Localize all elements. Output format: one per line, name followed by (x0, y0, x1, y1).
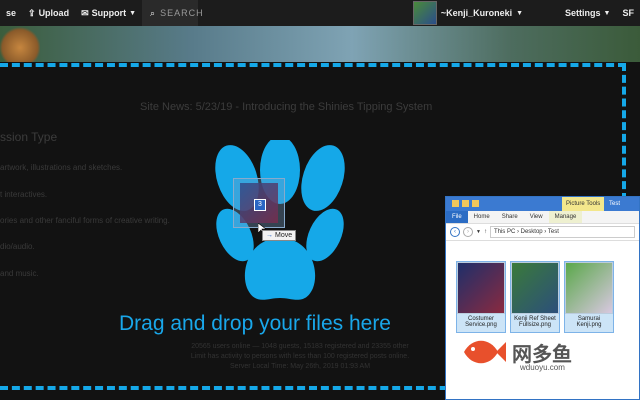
tab-home[interactable]: Home (468, 211, 496, 223)
drop-instruction: Drag and drop your files here (119, 312, 391, 335)
search-icon: ⌕ (150, 7, 157, 18)
up-arrow-icon[interactable]: ↑ (484, 229, 487, 235)
back-icon[interactable]: ‹ (450, 227, 460, 237)
picture-tools-tab[interactable]: Picture Tools (562, 197, 605, 211)
nav-upload[interactable]: ⇪ Upload (22, 0, 75, 26)
nav-overflow[interactable]: SF (616, 0, 640, 26)
move-tooltip: → Move (262, 230, 297, 241)
file-thumbnail (565, 262, 613, 314)
file-list: Costumer Service.png Kenji Ref Sheet Ful… (446, 255, 639, 399)
drag-count-badge: 3 (254, 199, 266, 211)
online-stats: 20565 users online — 1048 guests, 15183 … (190, 343, 410, 370)
avatar (412, 1, 437, 25)
drag-preview: 3 (233, 178, 285, 228)
file-item[interactable]: Samurai Kenji.png (564, 261, 614, 333)
chevron-down-icon: ▼ (603, 9, 611, 17)
chevron-down-icon: ▼ (516, 9, 524, 17)
folder-icon[interactable] (452, 200, 459, 207)
nav-support[interactable]: ✉ Support ▼ (75, 0, 142, 26)
chevron-down-icon: ▼ (129, 9, 137, 17)
explorer-title-bar[interactable]: Picture Tools Test (446, 197, 639, 211)
mascot-image (0, 26, 40, 62)
watermark: 网多鱼 wduoyu.com (460, 335, 572, 372)
tab-share[interactable]: Share (496, 211, 524, 223)
file-item[interactable]: Costumer Service.png (456, 261, 506, 333)
user-menu[interactable]: ~Kenji_Kuroneki ▼ (407, 0, 529, 26)
folder-icon[interactable] (472, 200, 479, 207)
fish-logo-icon (464, 340, 506, 364)
file-thumbnail (511, 262, 559, 314)
nav-settings[interactable]: Settings ▼ (559, 0, 616, 26)
folder-icon[interactable] (462, 200, 469, 207)
site-banner (0, 26, 640, 62)
top-nav: se ⇪ Upload ✉ Support ▼ ⌕ SEARCH ~Kenji_… (0, 0, 640, 26)
quick-access-toolbar (452, 200, 479, 207)
forward-icon[interactable]: › (463, 227, 473, 237)
address-path[interactable]: This PC › Desktop › Test (489, 226, 635, 238)
tab-manage[interactable]: Manage (548, 211, 583, 223)
search-button[interactable]: ⌕ SEARCH (142, 0, 203, 26)
file-item[interactable]: Kenji Ref Sheet Fullsize.png (510, 261, 560, 333)
window-title: Test (609, 201, 621, 207)
file-thumbnail (457, 262, 505, 314)
mail-icon: ✉ (81, 7, 89, 18)
tab-file[interactable]: File (446, 211, 468, 223)
upload-icon: ⇪ (28, 7, 36, 18)
address-bar: ‹ › ▼ ↑ This PC › Desktop › Test (446, 224, 639, 241)
ribbon-tabs: File Home Share View Manage (446, 211, 639, 224)
arrow-right-icon: → (266, 232, 273, 239)
chevron-down-icon[interactable]: ▼ (476, 229, 481, 235)
nav-browse[interactable]: se (0, 0, 22, 26)
tab-view[interactable]: View (524, 211, 549, 223)
